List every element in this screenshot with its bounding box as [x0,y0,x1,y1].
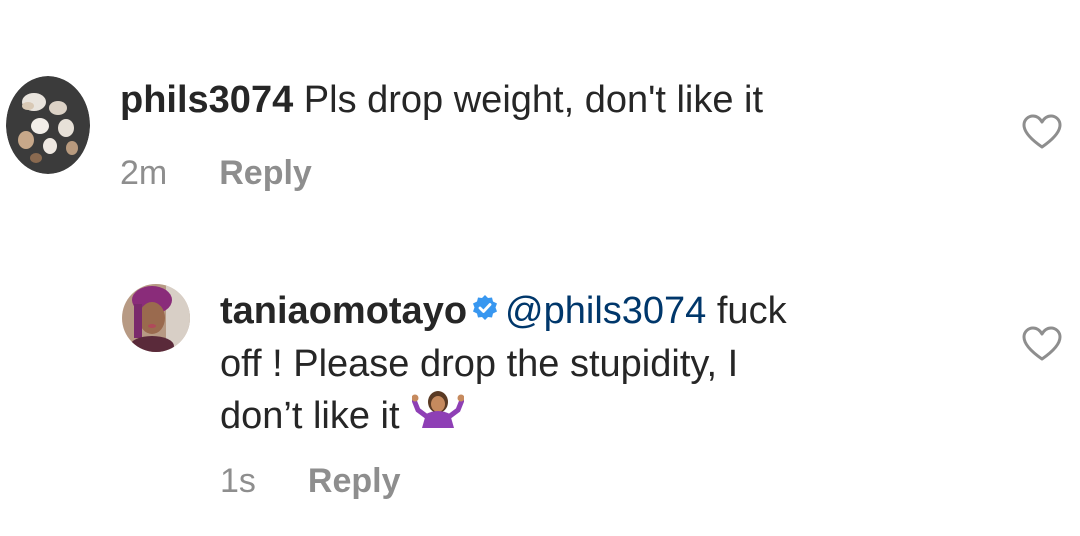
comment-line-3: don’t like it [220,388,940,448]
comment-meta: 1s Reply [220,462,401,501]
person-shrugging-emoji [411,388,465,440]
like-heart-icon[interactable] [1022,326,1062,362]
mention-link[interactable]: @phils3074 [505,290,706,332]
comments-screen: phils3074 Pls drop weight, don't like it… [0,0,1080,536]
comment-username[interactable]: taniaomotayo [220,290,467,332]
comment-reply-item: taniaomotayo @phils3074 fuck off ! Please… [0,230,1080,536]
comment-text: don’t like it [220,395,400,438]
comment-line-2: off ! Please drop the stupidity, I [220,343,739,385]
comment-line-1: taniaomotayo @phils3074 fuck [220,286,940,340]
comment-body: phils3074 Pls drop weight, don't like it [120,76,940,124]
verified-badge-icon [471,286,499,334]
avatar[interactable] [6,76,90,174]
dogs-photo-avatar [6,76,90,174]
comment-body: taniaomotayo @phils3074 fuck off ! Please… [220,286,940,448]
comment-timestamp: 1s [220,462,256,500]
comment-text: fuck [716,290,787,333]
comment-text: Pls drop weight, don't like it [303,79,764,121]
like-heart-icon[interactable] [1022,114,1062,150]
comment-timestamp: 2m [120,154,168,192]
avatar[interactable] [122,284,190,352]
reply-button[interactable]: Reply [308,462,401,500]
comment-meta: 2m Reply [120,154,312,193]
reply-button[interactable]: Reply [219,154,312,192]
woman-photo-avatar [122,284,190,352]
comment-username[interactable]: phils3074 [120,79,293,121]
comment-item: phils3074 Pls drop weight, don't like it… [0,0,1080,220]
